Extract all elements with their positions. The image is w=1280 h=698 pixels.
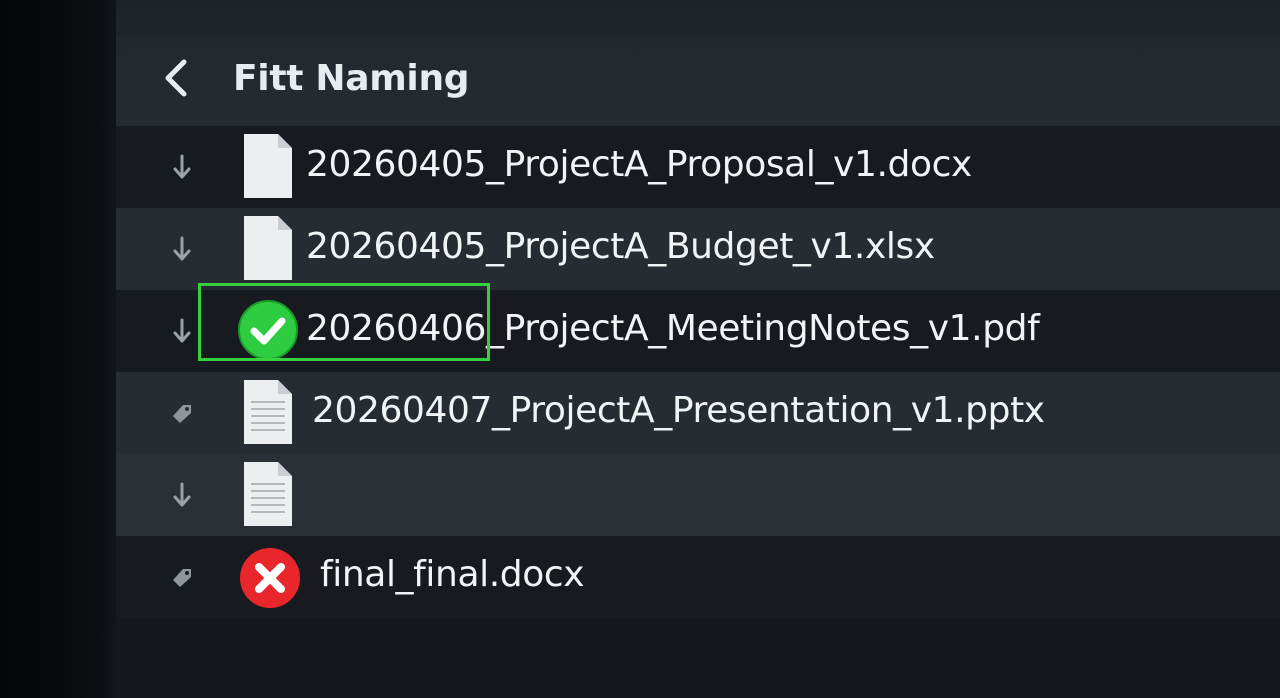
file-row[interactable]: 20260405_ProjectA_Proposal_v1.docx [116,126,1280,208]
lined-document-icon [244,462,292,526]
down-arrow-icon[interactable] [168,152,196,182]
monitor-bezel [0,0,116,698]
file-naming-panel: Fitt Naming 20260405_ProjectA_Proposal_v… [116,0,1280,698]
file-name: 20260407_ProjectA_Presentation_v1.pptx [312,390,1045,431]
screen: Fitt Naming 20260405_ProjectA_Proposal_v… [0,0,1280,698]
page-title: Fitt Naming [233,58,470,99]
chevron-left-icon [165,59,187,97]
file-name: 20260406_ProjectA_MeetingNotes_v1.pdf [306,308,1040,349]
document-icon [244,216,292,280]
check-circle-icon [238,300,298,360]
file-name: 20260405_ProjectA_Proposal_v1.docx [306,144,972,185]
down-arrow-icon[interactable] [168,480,196,510]
file-name: 20260405_ProjectA_Budget_v1.xlsx [306,226,935,267]
file-row[interactable]: 20260405_ProjectA_Budget_v1.xlsx [116,208,1280,290]
header-bar: Fitt Naming [116,36,1280,127]
tag-icon[interactable] [168,398,196,428]
x-circle-icon [240,548,300,608]
back-button[interactable] [156,56,200,100]
top-strip [116,0,1280,36]
empty-area [116,620,1280,698]
file-row-selected[interactable]: 20260406_ProjectA_MeetingNotes_v1.pdf [116,290,1280,372]
lined-document-icon [244,380,292,444]
file-row[interactable]: 20260407_ProjectA_Presentation_v1.pptx [116,372,1280,454]
file-row[interactable] [116,454,1280,536]
file-name: final_final.docx [320,554,585,595]
tag-icon[interactable] [168,562,196,592]
file-row[interactable]: final_final.docx [116,536,1280,618]
down-arrow-icon[interactable] [168,234,196,264]
document-icon [244,134,292,198]
down-arrow-icon[interactable] [168,316,196,346]
